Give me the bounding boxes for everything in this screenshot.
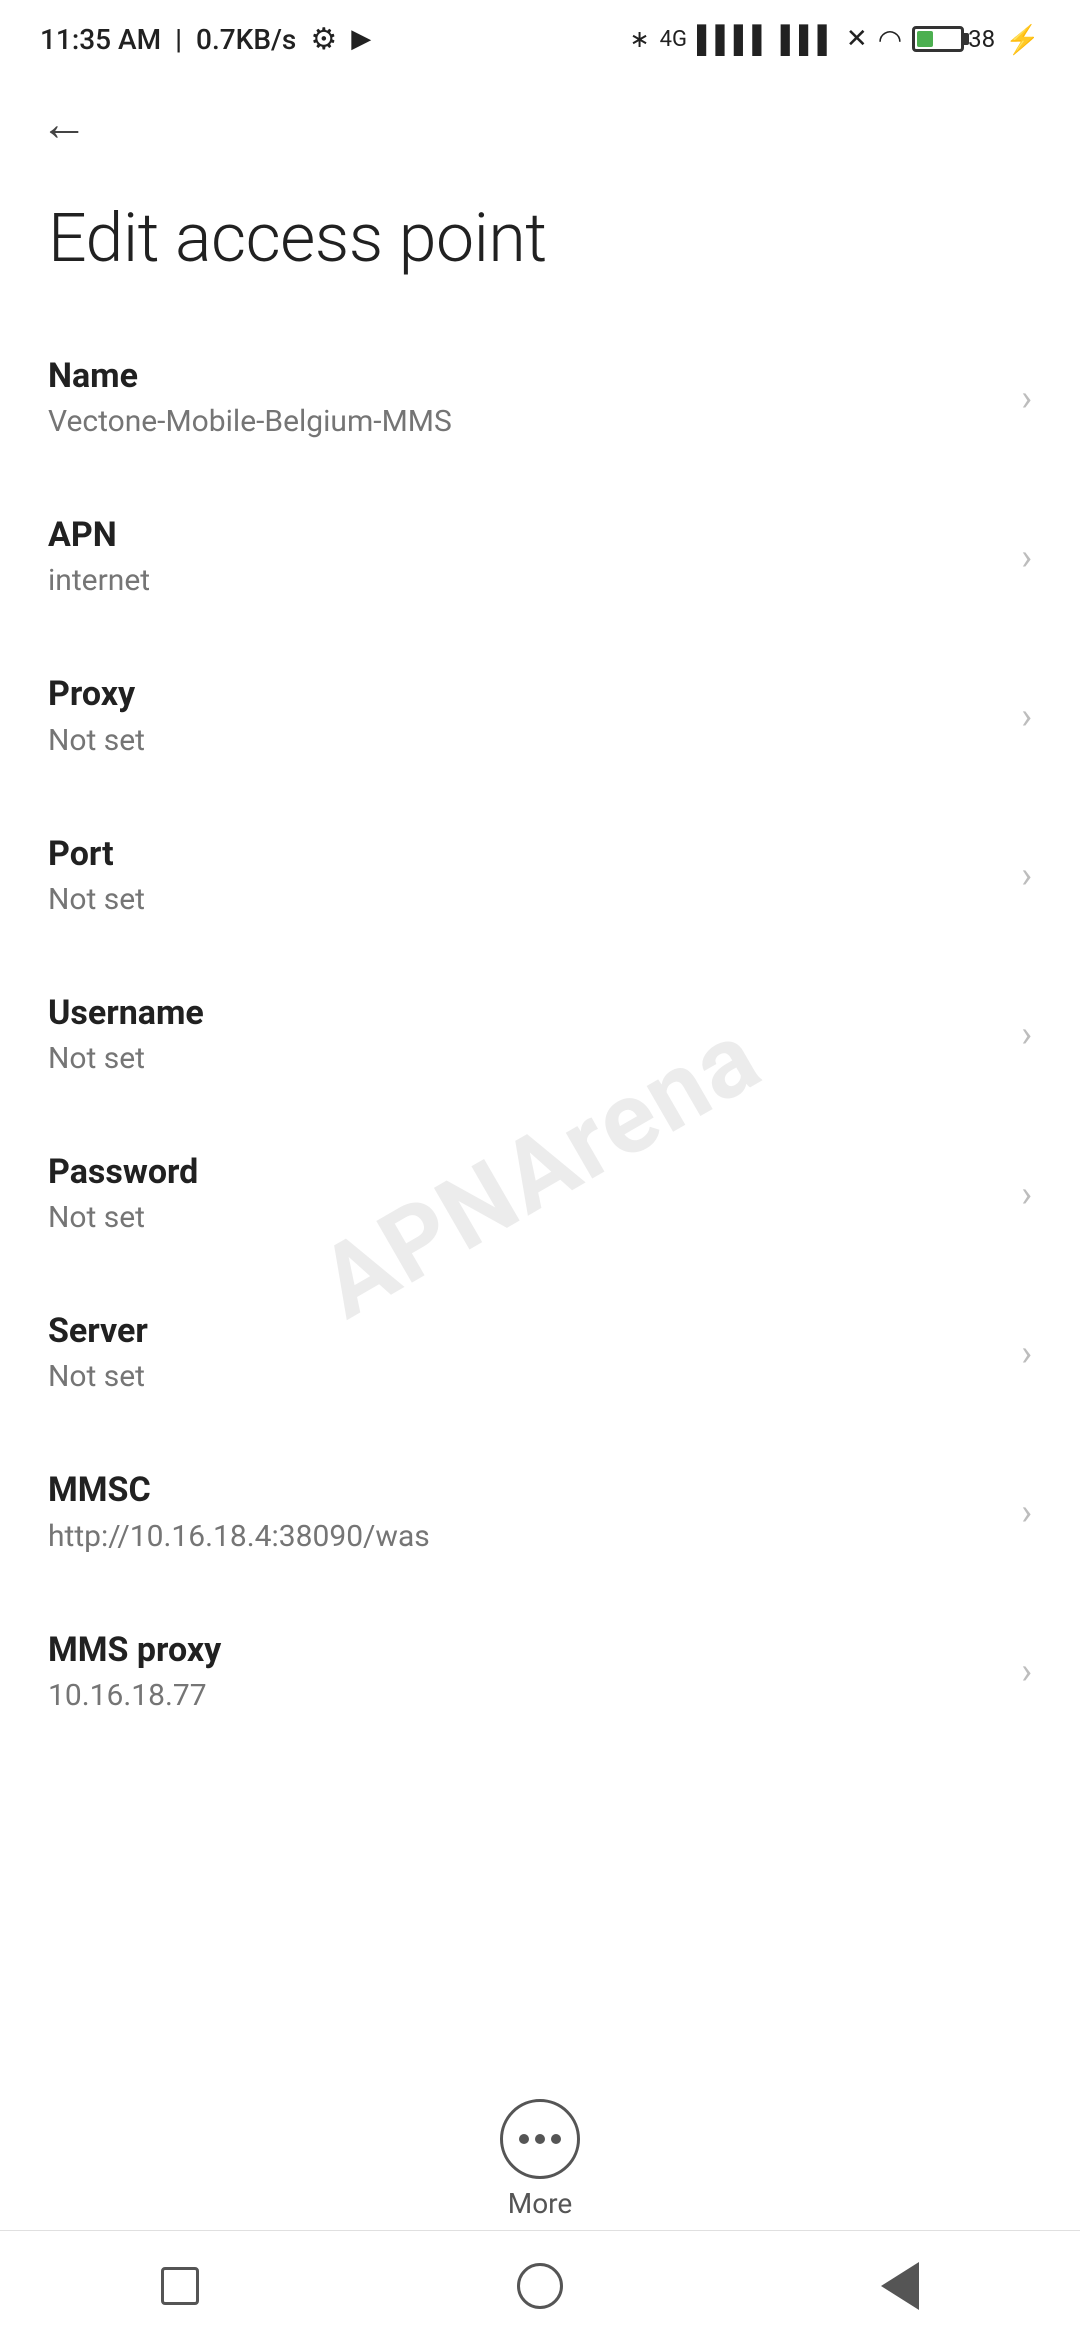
settings-list: Name Vectone-Mobile-Belgium-MMS › APN in…: [0, 318, 1080, 1911]
wifi-icon: ◠: [878, 23, 902, 56]
chevron-icon-password: ›: [1021, 1173, 1032, 1215]
settings-item-username-value: Not set: [48, 1039, 997, 1078]
settings-item-port-label: Port: [48, 832, 997, 876]
chevron-icon-proxy: ›: [1021, 695, 1032, 737]
settings-item-mms-proxy-content: MMS proxy 10.16.18.77: [48, 1628, 997, 1715]
battery-percent: 38: [968, 25, 995, 53]
settings-item-username-label: Username: [48, 991, 997, 1035]
settings-item-proxy[interactable]: Proxy Not set ›: [0, 636, 1080, 795]
top-bar: ←: [0, 70, 1080, 168]
chevron-icon-mms-proxy: ›: [1021, 1650, 1032, 1692]
more-button[interactable]: More: [500, 2099, 580, 2220]
settings-item-server[interactable]: Server Not set ›: [0, 1273, 1080, 1432]
signal-4g-icon: 4G: [660, 27, 687, 52]
nav-home-button[interactable]: [490, 2251, 590, 2321]
battery-fill: [917, 31, 933, 47]
settings-item-port-value: Not set: [48, 880, 997, 919]
back-arrow-icon: ←: [40, 100, 88, 148]
settings-item-username-content: Username Not set: [48, 991, 997, 1078]
settings-item-server-label: Server: [48, 1309, 997, 1353]
video-icon: ▶: [351, 24, 371, 54]
settings-item-server-value: Not set: [48, 1357, 997, 1396]
settings-item-mms-proxy[interactable]: MMS proxy 10.16.18.77 ›: [0, 1592, 1080, 1751]
back-button[interactable]: ←: [40, 100, 1040, 148]
nav-back-button[interactable]: [850, 2251, 950, 2321]
settings-item-port[interactable]: Port Not set ›: [0, 796, 1080, 955]
nav-recents-icon: [161, 2267, 199, 2305]
settings-item-mmsc-label: MMSC: [48, 1468, 997, 1512]
signal-x-icon: ✕: [846, 24, 868, 54]
chevron-icon-mmsc: ›: [1021, 1491, 1032, 1533]
page-title: Edit access point: [0, 168, 1080, 318]
charging-icon: ⚡: [1005, 23, 1040, 56]
more-dot-3: [551, 2134, 561, 2144]
bluetooth-icon: ∗: [629, 25, 649, 53]
more-dots-icon: [519, 2134, 561, 2144]
nav-bar: [0, 2230, 1080, 2340]
battery-box: [912, 26, 964, 52]
nav-recents-button[interactable]: [130, 2251, 230, 2321]
signal-bars2-icon: ▌▌▌: [781, 24, 836, 55]
nav-home-icon: [517, 2263, 563, 2309]
settings-item-apn-content: APN internet: [48, 513, 997, 600]
settings-item-apn[interactable]: APN internet ›: [0, 477, 1080, 636]
settings-item-name-value: Vectone-Mobile-Belgium-MMS: [48, 402, 997, 441]
chevron-icon-server: ›: [1021, 1332, 1032, 1374]
settings-item-apn-label: APN: [48, 513, 997, 557]
chevron-icon-name: ›: [1021, 377, 1032, 419]
nav-back-icon: [881, 2262, 919, 2310]
chevron-icon-apn: ›: [1021, 536, 1032, 578]
settings-icon: ⚙: [310, 22, 337, 57]
network-speed: 0.7KB/s: [196, 23, 296, 56]
settings-item-password-label: Password: [48, 1150, 997, 1194]
more-label: More: [508, 2187, 573, 2220]
settings-item-password-value: Not set: [48, 1198, 997, 1237]
settings-item-proxy-content: Proxy Not set: [48, 672, 997, 759]
status-right: ∗ 4G ▌▌▌▌ ▌▌▌ ✕ ◠ 38 ⚡: [629, 23, 1040, 56]
settings-item-apn-value: internet: [48, 561, 997, 600]
settings-item-password-content: Password Not set: [48, 1150, 997, 1237]
more-circle-icon: [500, 2099, 580, 2179]
settings-item-server-content: Server Not set: [48, 1309, 997, 1396]
settings-item-mms-proxy-value: 10.16.18.77: [48, 1676, 997, 1715]
chevron-icon-port: ›: [1021, 854, 1032, 896]
more-dot-2: [535, 2134, 545, 2144]
status-bar: 11:35 AM | 0.7KB/s ⚙ ▶ ∗ 4G ▌▌▌▌ ▌▌▌ ✕ ◠…: [0, 0, 1080, 70]
settings-item-port-content: Port Not set: [48, 832, 997, 919]
settings-item-mmsc[interactable]: MMSC http://10.16.18.4:38090/was ›: [0, 1432, 1080, 1591]
settings-item-mmsc-value: http://10.16.18.4:38090/was: [48, 1517, 997, 1556]
settings-item-mmsc-content: MMSC http://10.16.18.4:38090/was: [48, 1468, 997, 1555]
settings-item-name-content: Name Vectone-Mobile-Belgium-MMS: [48, 354, 997, 441]
settings-item-password[interactable]: Password Not set ›: [0, 1114, 1080, 1273]
chevron-icon-username: ›: [1021, 1013, 1032, 1055]
settings-item-proxy-value: Not set: [48, 721, 997, 760]
settings-item-proxy-label: Proxy: [48, 672, 997, 716]
more-dot-1: [519, 2134, 529, 2144]
separator: |: [175, 23, 182, 56]
settings-item-name[interactable]: Name Vectone-Mobile-Belgium-MMS ›: [0, 318, 1080, 477]
battery-indicator: 38: [912, 25, 995, 53]
settings-item-username[interactable]: Username Not set ›: [0, 955, 1080, 1114]
settings-item-name-label: Name: [48, 354, 997, 398]
status-left: 11:35 AM | 0.7KB/s ⚙ ▶: [40, 22, 371, 57]
time-text: 11:35 AM: [40, 23, 161, 56]
settings-item-mms-proxy-label: MMS proxy: [48, 1628, 997, 1672]
signal-bars-icon: ▌▌▌▌: [697, 24, 771, 55]
